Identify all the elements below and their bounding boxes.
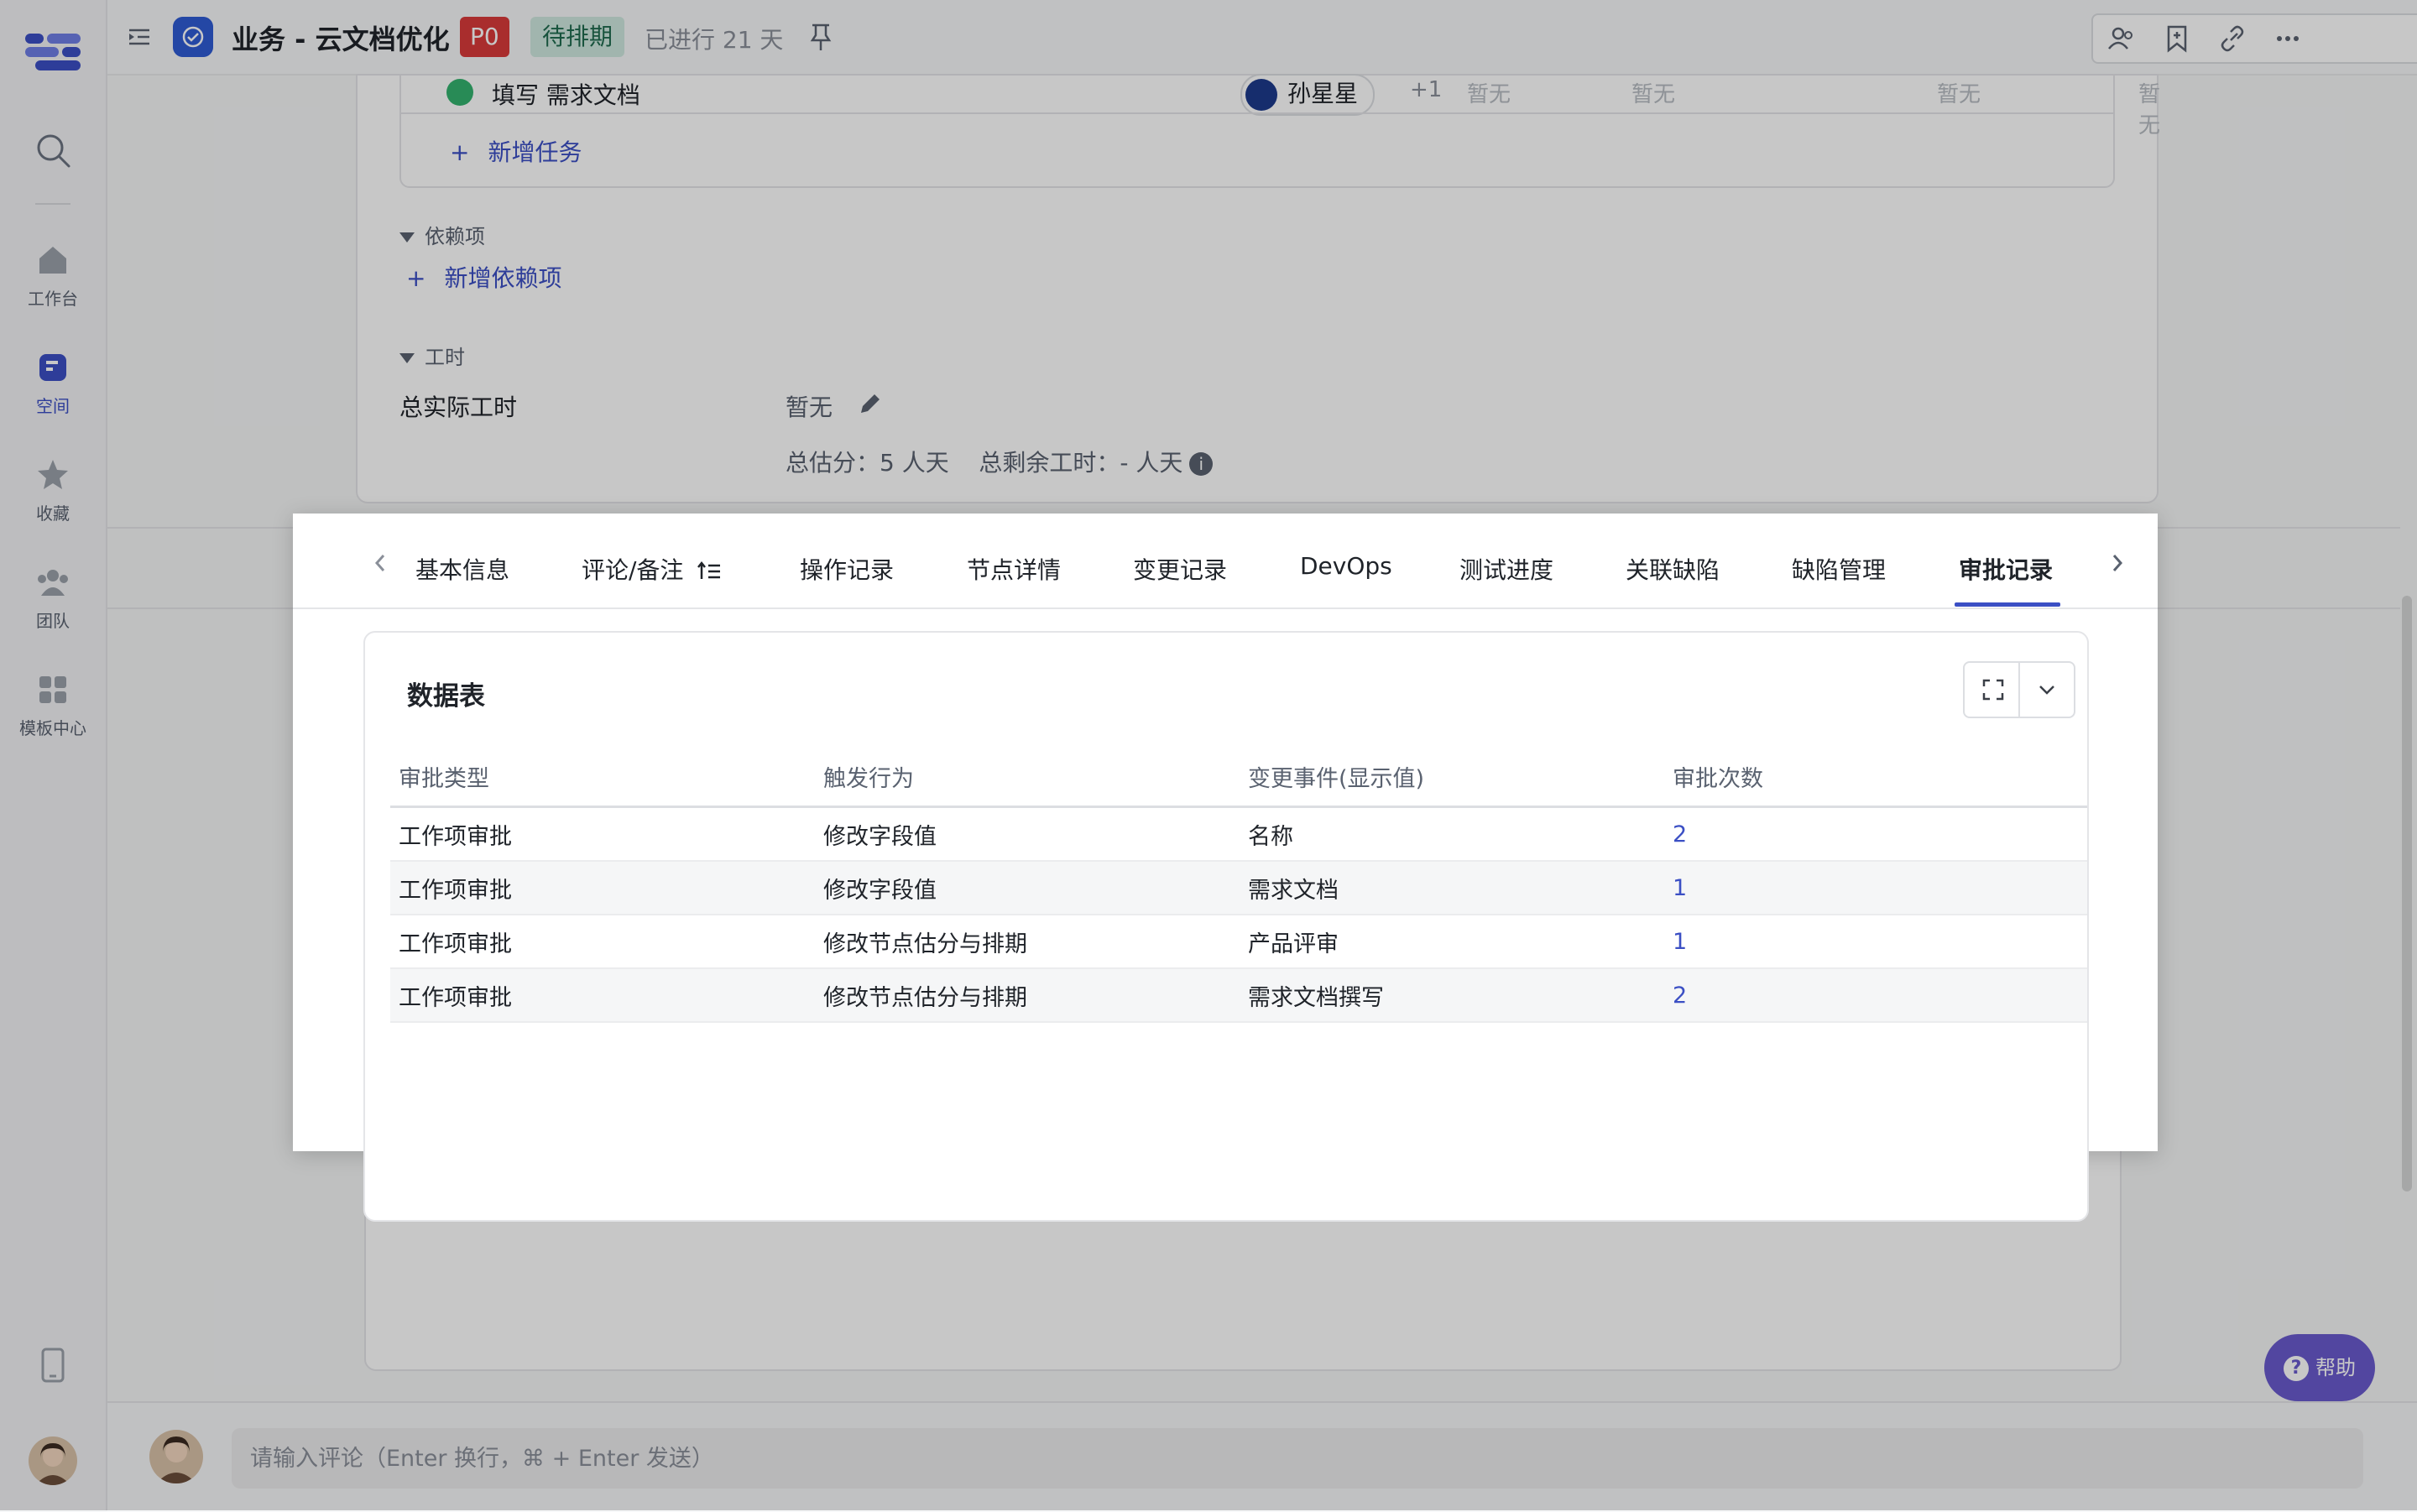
change-event-cell: 需求文档 [1240, 861, 1664, 915]
chevron-left-icon[interactable] [368, 550, 392, 576]
tab-linked-defects[interactable]: 关联缺陷 [1626, 552, 1720, 586]
chevron-right-icon[interactable] [2106, 550, 2129, 576]
approval-count-link[interactable]: 1 [1664, 861, 2087, 915]
tab-change-log[interactable]: 变更记录 [1133, 552, 1227, 586]
column-header[interactable]: 审批类型 [390, 747, 815, 808]
approval-type-cell: 工作项审批 [390, 861, 815, 915]
change-event-cell: 需求文档撰写 [1240, 968, 1664, 1023]
approval-records-table: 审批类型 触发行为 变更事件(显示值) 审批次数 工作项审批 修改字段值 名称 … [390, 747, 2087, 1023]
column-header[interactable]: 变更事件(显示值) [1240, 747, 1664, 808]
table-header-row: 审批类型 触发行为 变更事件(显示值) 审批次数 [390, 747, 2087, 808]
tab-devops[interactable]: DevOps [1300, 552, 1392, 580]
sort-icon[interactable] [697, 559, 722, 584]
table-row[interactable]: 工作项审批 修改字段值 需求文档 1 [390, 861, 2087, 915]
trigger-action-cell: 修改字段值 [815, 861, 1240, 915]
approval-records-modal: 基本信息 评论/备注 操作记录 节点详情 变更记录 DevOps 测试进度 关联… [293, 514, 2158, 1222]
change-event-cell: 名称 [1240, 806, 1664, 862]
change-event-cell: 产品评审 [1240, 915, 1664, 969]
table-row[interactable]: 工作项审批 修改节点估分与排期 产品评审 1 [390, 915, 2087, 969]
active-tab-indicator [1955, 602, 2060, 607]
chevron-down-icon[interactable] [2033, 676, 2060, 703]
tab-defect-management[interactable]: 缺陷管理 [1792, 552, 1886, 586]
approval-count-link[interactable]: 1 [1664, 915, 2087, 969]
tab-node-details[interactable]: 节点详情 [967, 552, 1061, 586]
approval-type-cell: 工作项审批 [390, 968, 815, 1023]
tab-bar: 基本信息 评论/备注 操作记录 节点详情 变更记录 DevOps 测试进度 关联… [293, 514, 2158, 609]
tab-label: 评论/备注 [582, 556, 684, 584]
divider [2018, 663, 2020, 717]
approval-count-link[interactable]: 2 [1664, 806, 2087, 862]
table-row[interactable]: 工作项审批 修改节点估分与排期 需求文档撰写 2 [390, 968, 2087, 1023]
column-header[interactable]: 触发行为 [815, 747, 1240, 808]
tab-approval-records[interactable]: 审批记录 [1959, 552, 2053, 586]
tab-test-progress[interactable]: 测试进度 [1459, 552, 1553, 586]
approval-type-cell: 工作项审批 [390, 806, 815, 862]
panel-controls [1963, 661, 2075, 718]
panel-title: 数据表 [407, 681, 485, 712]
tab-operation-log[interactable]: 操作记录 [800, 552, 894, 586]
approval-type-cell: 工作项审批 [390, 915, 815, 969]
trigger-action-cell: 修改节点估分与排期 [815, 915, 1240, 969]
tab-basic-info[interactable]: 基本信息 [415, 552, 509, 586]
fullscreen-icon[interactable] [1980, 676, 2007, 703]
trigger-action-cell: 修改节点估分与排期 [815, 968, 1240, 1023]
tab-comments[interactable]: 评论/备注 [582, 552, 722, 586]
scrollbar[interactable] [2402, 596, 2412, 1191]
column-header[interactable]: 审批次数 [1664, 747, 2087, 808]
approval-count-link[interactable]: 2 [1664, 968, 2087, 1023]
trigger-action-cell: 修改字段值 [815, 806, 1240, 862]
table-row[interactable]: 工作项审批 修改字段值 名称 2 [390, 806, 2087, 862]
